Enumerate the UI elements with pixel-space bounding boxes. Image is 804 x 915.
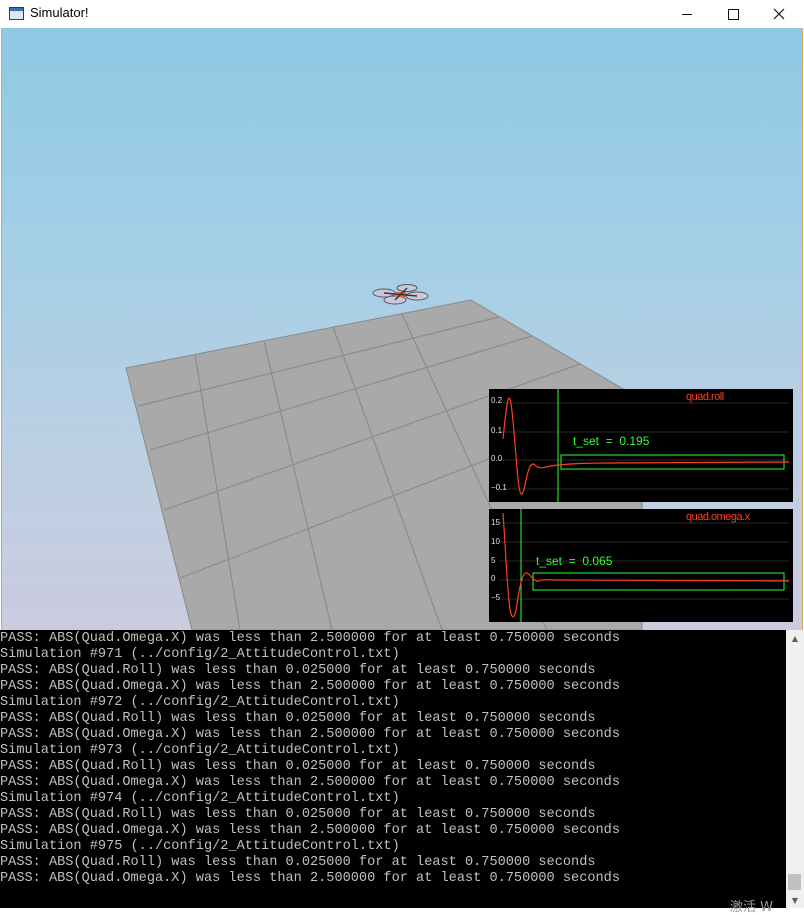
roll-ytick: 0.0 (491, 454, 503, 463)
close-button[interactable] (756, 0, 802, 28)
app-window-icon (9, 7, 24, 20)
t-set-label: t_set (573, 434, 600, 448)
roll-plot: 0.2 0.1 0.0 −0.1 quad.roll t_set = 0.195 (489, 389, 793, 502)
omega-x-settle-time: t_set = 0.065 (536, 554, 612, 568)
omega-x-ytick: 15 (491, 518, 500, 527)
window-title-bar[interactable]: Simulator! (0, 0, 804, 28)
console-output[interactable]: PASS: ABS(Quad.Omega.X) was less than 2.… (0, 630, 786, 908)
roll-ytick: 0.2 (491, 396, 503, 405)
console-line: PASS: ABS(Quad.Roll) was less than 0.025… (0, 855, 596, 870)
console-line: Simulation #971 (../config/2_AttitudeCon… (0, 647, 400, 662)
t-set-eq: = (568, 554, 576, 568)
settle-band (532, 572, 785, 591)
roll-ytick: 0.1 (491, 426, 503, 435)
scroll-down-icon[interactable]: ▼ (786, 892, 804, 908)
console-line: PASS: ABS(Quad.Roll) was less than 0.025… (0, 759, 596, 774)
maximize-button[interactable] (710, 0, 756, 28)
console-scrollbar[interactable]: ▲ ▼ (786, 630, 804, 908)
close-icon (773, 8, 785, 20)
console-line: PASS: ABS(Quad.Omega.X) was less than 2.… (0, 775, 620, 790)
scrollbar-thumb[interactable] (788, 874, 801, 890)
roll-settle-time: t_set = 0.195 (573, 434, 649, 448)
omega-x-ytick: 10 (491, 537, 500, 546)
omega-x-ytick: 5 (491, 556, 496, 565)
quadrotor-drone (372, 284, 429, 305)
console-line: PASS: ABS(Quad.Roll) was less than 0.025… (0, 711, 596, 726)
t-set-value: 0.065 (582, 554, 613, 568)
console-line: PASS: ABS(Quad.Omega.X) was less than 2.… (0, 727, 620, 742)
console-line: Simulation #972 (../config/2_AttitudeCon… (0, 695, 400, 710)
t-set-label: t_set (536, 554, 563, 568)
omega-x-plot: 15 10 5 0 −5 quad.omega.x t_set = 0.065 (489, 509, 793, 622)
roll-plot-title: quad.roll (686, 391, 724, 403)
console-line: Simulation #973 (../config/2_AttitudeCon… (0, 743, 400, 758)
minimize-button[interactable] (664, 0, 710, 28)
scroll-up-icon[interactable]: ▲ (786, 630, 804, 646)
maximize-icon (727, 8, 739, 20)
roll-ytick: −0.1 (491, 483, 507, 492)
omega-x-plot-title: quad.omega.x (686, 511, 750, 523)
console-line: Simulation #975 (../config/2_AttitudeCon… (0, 839, 400, 854)
minimize-icon (682, 13, 692, 15)
omega-x-plot-canvas (499, 509, 790, 622)
activation-watermark: 激活 W (730, 900, 773, 915)
window-bottom-edge (0, 908, 804, 913)
console-line: PASS: ABS(Quad.Omega.X) was less than 2.… (0, 679, 620, 694)
omega-x-ytick: 0 (491, 574, 496, 583)
t-set-value: 0.195 (619, 434, 650, 448)
omega-x-ytick: −5 (491, 593, 501, 602)
t-set-eq: = (605, 434, 613, 448)
console-line: PASS: ABS(Quad.Omega.X) was less than 2.… (0, 871, 620, 886)
console-line: Simulation #974 (../config/2_AttitudeCon… (0, 791, 400, 806)
console-line: PASS: ABS(Quad.Omega.X) was less than 2.… (0, 631, 620, 646)
window-title: Simulator! (30, 5, 89, 20)
console-line: PASS: ABS(Quad.Roll) was less than 0.025… (0, 807, 596, 822)
console-line: PASS: ABS(Quad.Roll) was less than 0.025… (0, 663, 596, 678)
console-line: PASS: ABS(Quad.Omega.X) was less than 2.… (0, 823, 620, 838)
